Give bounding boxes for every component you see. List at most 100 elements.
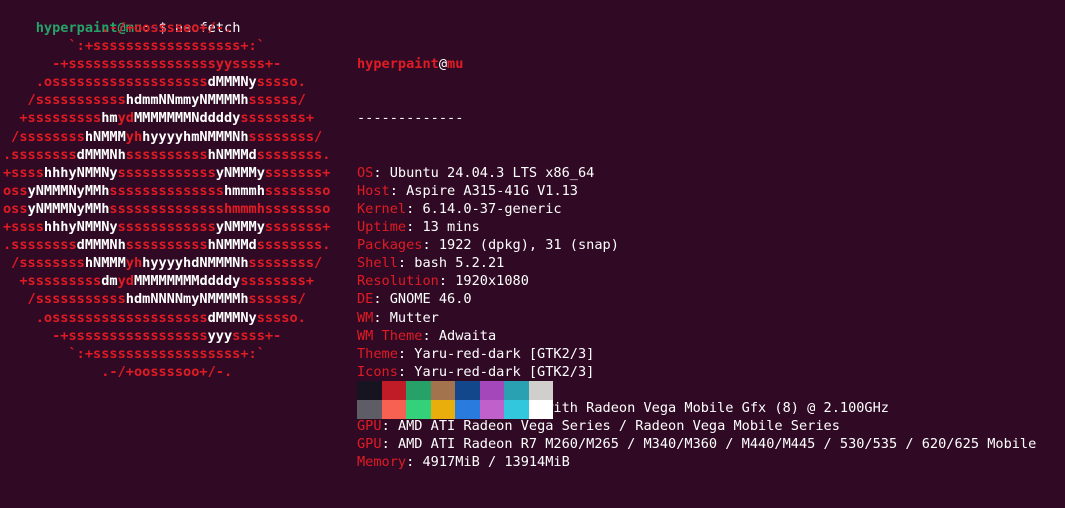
logo-segment: oss <box>3 182 28 199</box>
info-separator: ------------- <box>357 110 464 127</box>
logo-segment: +sssssssss <box>3 110 102 127</box>
logo-segment: `:+ssssssssssssssssss+:` <box>3 38 265 55</box>
logo-line: /sssssssshNMMMyhhyyyyhmNMMMNhssssssss/ <box>3 128 330 146</box>
logo-segment: sssso. <box>256 74 306 91</box>
logo-segment: sssssss+ <box>264 219 331 236</box>
info-value: bash 5.2.21 <box>414 255 505 272</box>
palette-swatch <box>381 381 406 400</box>
palette-swatch-bright <box>406 400 431 419</box>
info-key: Kernel <box>357 200 407 217</box>
logo-segment: hNMMMd <box>207 237 257 254</box>
info-value: Ubuntu 24.04.3 LTS x86_64 <box>389 164 595 181</box>
info-row: GPU: AMD ATI Radeon Vega Series / Radeon… <box>357 417 1036 435</box>
logo-segment: dMMMNh <box>76 237 126 254</box>
logo-segment: /sssssssssss <box>3 291 126 308</box>
logo-segment: -+ssssssssssssssssssyyssss+- <box>3 56 282 73</box>
info-title-host: mu <box>447 56 464 73</box>
info-row: Shell: bash 5.2.21 <box>357 254 1036 272</box>
logo-segment: ssssssssssss <box>117 164 216 181</box>
info-row: WM Theme: Adwaita <box>357 327 1036 345</box>
logo-segment: dMMMNy <box>207 309 257 326</box>
logo-segment: sssssssssssssshmmmhssssssso <box>109 200 331 217</box>
logo-segment: yh <box>125 128 143 145</box>
logo-segment: ssssssss+ <box>240 110 315 127</box>
logo-line: .-/+oossssoo+/-. <box>3 19 330 37</box>
palette-swatch <box>406 381 431 400</box>
logo-segment: yyy <box>207 327 233 344</box>
info-value: Aspire A315-41G V1.13 <box>406 182 578 199</box>
logo-segment: .osssssssssssssssssss <box>3 74 208 91</box>
info-row: Resolution: 1920x1080 <box>357 272 1036 290</box>
palette-swatch <box>504 381 529 400</box>
info-row: Kernel: 6.14.0-37-generic <box>357 200 1036 218</box>
logo-segment: oss <box>3 200 28 217</box>
info-key-separator: : <box>438 273 456 290</box>
info-key: GPU <box>357 436 382 453</box>
logo-segment: hhhyNMMNy <box>43 164 118 181</box>
palette-swatch <box>455 381 480 400</box>
logo-segment: -+sssssssssssssssss <box>3 327 208 344</box>
logo-line: .osssssssssssssssssssdMMMNysssso. <box>3 73 330 91</box>
info-key: Resolution <box>357 273 439 290</box>
logo-segment: +sssssssss <box>3 273 102 290</box>
palette-row-bright <box>357 400 553 419</box>
info-row: Uptime: 13 mins <box>357 218 1036 236</box>
logo-segment: sssssss+ <box>264 164 331 181</box>
info-key: Packages <box>357 237 423 254</box>
info-value: Mutter <box>389 309 439 326</box>
logo-line: .ssssssssdMMMNhsssssssssshNMMMdssssssss. <box>3 146 330 164</box>
logo-segment: hdmmNNmmyNMMMMh <box>125 92 249 109</box>
logo-segment: ssssssss+ <box>240 273 315 290</box>
info-key-separator: : <box>397 345 415 362</box>
logo-segment: MMMMMMMMddddy <box>133 273 241 290</box>
palette-swatch-bright <box>504 400 529 419</box>
logo-line: ossyNMMMNyMMhsssssssssssssshmmmhssssssso <box>3 182 330 200</box>
palette-swatch-bright <box>455 400 480 419</box>
info-key-separator: : <box>373 291 390 308</box>
logo-segment: ssssss/ <box>248 92 306 109</box>
logo-segment: yNMMMy <box>215 219 265 236</box>
logo-segment: hNMMM <box>84 128 126 145</box>
info-value: Yaru-red-dark [GTK2/3] <box>414 345 595 362</box>
palette-swatch <box>357 381 382 400</box>
info-row: Packages: 1922 (dpkg), 31 (snap) <box>357 236 1036 254</box>
info-value: GNOME 46.0 <box>389 291 472 308</box>
shell-prompt: hyperpaint@mu:~$ neofetch <box>3 1 241 36</box>
logo-segment: /sssssssssss <box>3 92 126 109</box>
logo-line: -+ssssssssssssssssssyyssss+- <box>3 55 330 73</box>
info-row: DE: GNOME 46.0 <box>357 290 1036 308</box>
logo-segment: yNMMMy <box>215 164 265 181</box>
logo-line: -+sssssssssssssssssyyyssss+- <box>3 327 330 345</box>
logo-segment: /ssssssss <box>3 128 85 145</box>
logo-segment: ssssssss/ <box>248 128 323 145</box>
palette-row-normal <box>357 381 553 400</box>
logo-line: .osssssssssssssssssssdMMMNysssso. <box>3 309 330 327</box>
logo-segment: .osssssssssssssssssss <box>3 309 208 326</box>
info-key: Memory <box>357 454 407 471</box>
logo-segment: ssssssssssssss <box>109 182 224 199</box>
logo-segment: .-/+oossssoo+/-. <box>3 363 233 380</box>
logo-segment: hyyyyhdNMMMNh <box>142 255 249 272</box>
logo-line: .ssssssssdMMMNhsssssssssshNMMMdssssssss. <box>3 236 330 254</box>
terminal-window[interactable]: hyperpaint@mu:~$ neofetch .-/+oossssoo+/… <box>0 0 1065 470</box>
info-key-separator: : <box>397 363 415 380</box>
info-key: OS <box>357 164 374 181</box>
logo-segment: hmmmh <box>223 182 265 199</box>
info-value: AMD ATI Radeon R7 M260/M265 / M340/M360 … <box>397 436 1037 453</box>
info-value: Adwaita <box>438 327 497 344</box>
palette-swatch <box>479 381 504 400</box>
logo-segment: ssssss/ <box>248 291 306 308</box>
info-key-separator: : <box>373 309 390 326</box>
logo-segment: yd <box>117 110 134 127</box>
logo-segment: ssss+- <box>232 327 282 344</box>
info-row: OS: Ubuntu 24.04.3 LTS x86_64 <box>357 164 1036 182</box>
info-key-separator: : <box>373 164 390 181</box>
info-row: Icons: Yaru-red-dark [GTK2/3] <box>357 363 1036 381</box>
logo-line: +sssshhhyNMMNyssssssssssssyNMMMysssssss+ <box>3 218 330 236</box>
palette-swatch <box>528 381 553 400</box>
logo-segment: ssssssso <box>264 182 331 199</box>
palette-swatch-bright <box>381 400 406 419</box>
info-key-separator: : <box>422 237 439 254</box>
info-row: GPU: AMD ATI Radeon R7 M260/M265 / M340/… <box>357 435 1036 453</box>
palette-swatch-bright <box>430 400 455 419</box>
